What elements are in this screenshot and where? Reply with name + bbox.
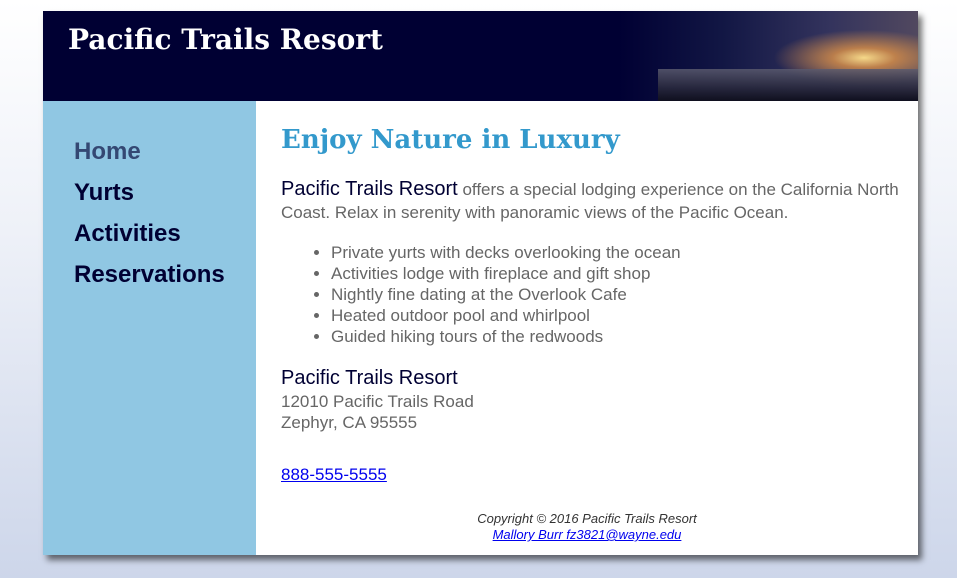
feature-item: Nightly fine dating at the Overlook Cafe	[331, 284, 681, 305]
contact-info: Pacific Trails Resort 12010 Pacific Trai…	[281, 365, 474, 433]
nav-item-home: Home	[74, 131, 256, 172]
nav-item-yurts: Yurts	[74, 172, 256, 213]
main-nav: Home Yurts Activities Reservations	[43, 101, 256, 295]
contact-name: Pacific Trails Resort	[281, 367, 458, 389]
nav-link-reservations[interactable]: Reservations	[74, 261, 225, 288]
feature-item: Guided hiking tours of the redwoods	[331, 326, 681, 347]
header-ocean-image	[658, 69, 918, 101]
resort-name: Pacific Trails Resort	[281, 178, 458, 200]
contact-street: 12010 Pacific Trails Road	[281, 392, 474, 411]
page-wrapper: Pacific Trails Resort Home Yurts Activit…	[43, 11, 918, 555]
feature-item: Activities lodge with fireplace and gift…	[331, 263, 681, 284]
feature-list: Private yurts with decks overlooking the…	[281, 242, 681, 347]
site-footer: Copyright © 2016 Pacific Trails Resort M…	[256, 511, 918, 543]
nav-link-activities[interactable]: Activities	[74, 220, 181, 247]
nav-link-yurts[interactable]: Yurts	[74, 179, 134, 206]
contact-city: Zephyr, CA 95555	[281, 413, 418, 432]
main-content: Enjoy Nature in Luxury Pacific Trails Re…	[256, 101, 918, 555]
phone-link[interactable]: 888-555-5555	[281, 465, 387, 485]
feature-item: Heated outdoor pool and whirlpool	[331, 305, 681, 326]
nav-item-activities: Activities	[74, 213, 256, 254]
author-email-link[interactable]: Mallory Burr fz3821@wayne.edu	[493, 527, 682, 542]
page-heading: Enjoy Nature in Luxury	[281, 125, 620, 155]
intro-paragraph: Pacific Trails Resort offers a special l…	[281, 178, 901, 224]
site-title: Pacific Trails Resort	[68, 23, 383, 56]
nav-list: Home Yurts Activities Reservations	[43, 101, 256, 295]
site-header: Pacific Trails Resort	[43, 11, 918, 101]
feature-item: Private yurts with decks overlooking the…	[331, 242, 681, 263]
nav-item-reservations: Reservations	[74, 254, 256, 295]
nav-link-home[interactable]: Home	[74, 138, 141, 165]
copyright-text: Copyright © 2016 Pacific Trails Resort	[477, 511, 697, 526]
